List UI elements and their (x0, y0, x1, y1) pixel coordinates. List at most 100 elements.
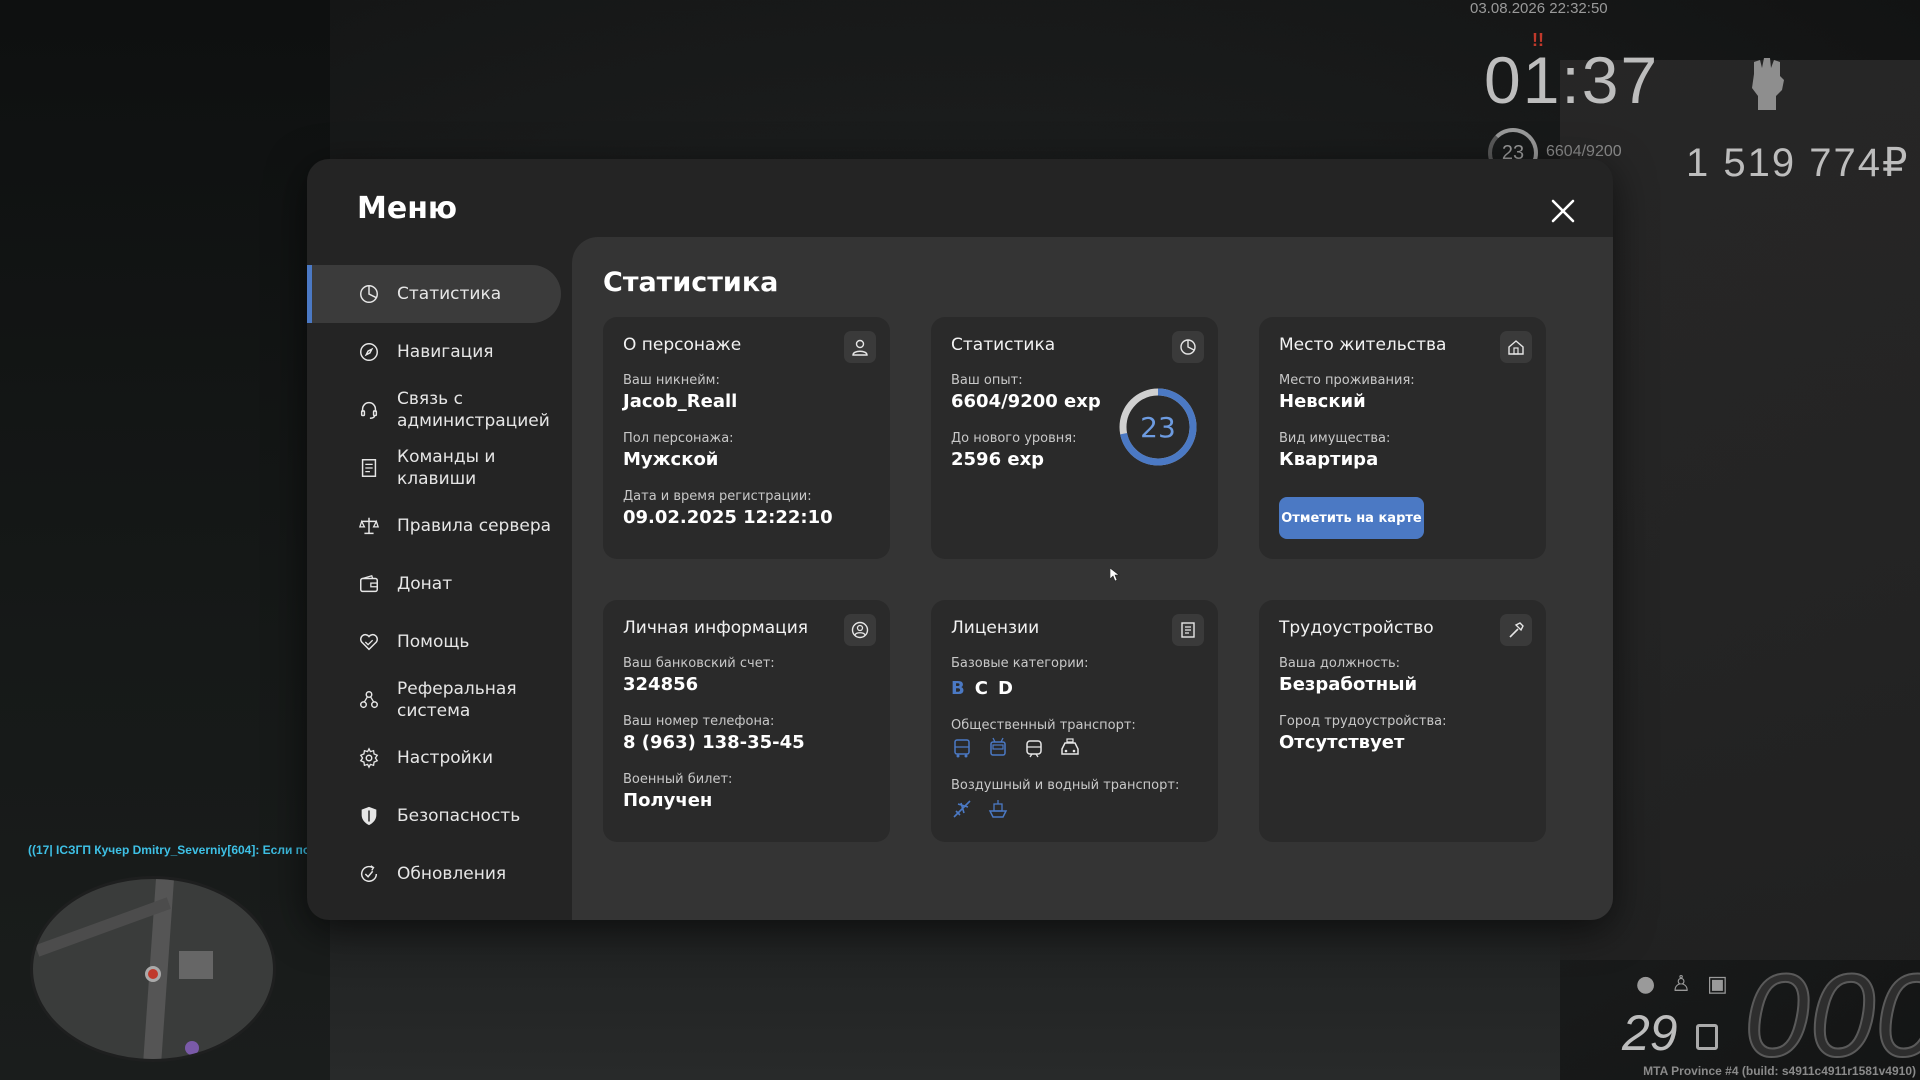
nickname-value: Jacob_Reall (623, 391, 738, 412)
sidebar-item-label: Донат (397, 574, 453, 594)
content-panel: Статистика О персонаже Ваш никнейм: Jaco… (572, 237, 1613, 920)
sidebar-item-label: Настройки (397, 748, 494, 768)
license-category: B (951, 678, 965, 699)
sidebar: Статистика Навигация Связь с администрац… (307, 265, 561, 903)
exp-label: Ваш опыт: (951, 373, 1023, 388)
seatbelt-icon: ♙ (1671, 972, 1691, 997)
menu-title: Меню (357, 191, 458, 226)
level-value: 23 (1140, 410, 1176, 444)
shield-icon (357, 804, 381, 828)
close-button[interactable] (1543, 191, 1583, 231)
speedometer-value: 000 (1743, 949, 1920, 1080)
sidebar-item-help[interactable]: Помощь (307, 613, 561, 671)
card-title: Статистика (951, 335, 1056, 355)
fuel-icon (1696, 1024, 1718, 1050)
gender-label: Пол персонажа: (623, 431, 734, 446)
card-title: Лицензии (951, 618, 1040, 638)
document-icon (357, 456, 381, 480)
military-label: Военный билет: (623, 772, 733, 787)
player-marker-icon (145, 966, 161, 982)
vehicle-indicators: ● ♙ ▣ (1636, 972, 1728, 997)
phone-value: 8 (963) 138-35-45 (623, 732, 805, 753)
military-value: Получен (623, 790, 713, 811)
hammer-icon (1500, 614, 1532, 646)
fist-icon (1752, 58, 1784, 110)
sidebar-item-updates[interactable]: Обновления (307, 845, 561, 903)
refresh-check-icon (357, 862, 381, 886)
engine-icon: ▣ (1706, 972, 1728, 997)
hud-money: 1 519 774₽ (1686, 141, 1910, 185)
exp-value: 6604/9200 exp (951, 391, 1101, 412)
background-building (1560, 60, 1920, 960)
mouse-cursor-icon (1110, 568, 1120, 582)
license-category: C (974, 678, 988, 699)
card-residence: Место жительства Место проживания: Невск… (1259, 317, 1546, 559)
hud-clock: 01:37 (1484, 43, 1660, 117)
job-city-label: Город трудоустройства: (1279, 714, 1447, 729)
phone-label: Ваш номер телефона: (623, 714, 775, 729)
people-network-icon (357, 688, 381, 712)
sidebar-item-label: Помощь (397, 632, 470, 652)
job-position-value: Безработный (1279, 674, 1418, 695)
license-category: D (997, 678, 1013, 699)
card-personal-info: Личная информация Ваш банковский счет: 3… (603, 600, 890, 842)
next-level-label: До нового уровня: (951, 431, 1077, 446)
card-licenses: Лицензии Базовые категории: B C D Общест… (931, 600, 1218, 842)
compass-icon (357, 340, 381, 364)
mark-on-map-button[interactable]: Отметить на карте (1279, 497, 1424, 539)
sidebar-item-label: Команды и клавиши (397, 447, 496, 489)
sidebar-item-settings[interactable]: Настройки (307, 729, 561, 787)
air-water-transport-label: Воздушный и водный транспорт: (951, 778, 1180, 793)
taxi-icon (1061, 738, 1079, 755)
sidebar-item-label: Правила сервера (397, 516, 552, 536)
heart-hands-icon (357, 630, 381, 654)
map-blip-icon (185, 1041, 199, 1055)
air-water-transport-icons (951, 798, 1009, 820)
build-info: MTA Province #4 (build: s4911c4911r1581v… (1643, 1064, 1916, 1078)
minimap-building (179, 951, 213, 979)
sidebar-item-navigation[interactable]: Навигация (307, 323, 561, 381)
fuel-value: 29 (1622, 1005, 1678, 1061)
sidebar-item-label: Обновления (397, 864, 507, 884)
scales-icon (357, 514, 381, 538)
user-circle-icon (844, 614, 876, 646)
card-title: О персонаже (623, 335, 742, 355)
property-type-label: Вид имущества: (1279, 431, 1391, 446)
sidebar-item-security[interactable]: Безопасность (307, 787, 561, 845)
registration-value: 09.02.2025 12:22:10 (623, 507, 833, 528)
headset-icon (357, 398, 381, 422)
sidebar-item-statistics[interactable]: Статистика (307, 265, 561, 323)
bank-account-value: 324856 (623, 674, 699, 695)
tram-icon (1026, 740, 1042, 758)
trolleybus-icon (990, 737, 1006, 756)
sidebar-item-rules[interactable]: Правила сервера (307, 497, 561, 555)
card-about-character: О персонаже Ваш никнейм: Jacob_Reall Пол… (603, 317, 890, 559)
gear-icon (357, 746, 381, 770)
sidebar-item-referral[interactable]: Реферальная система (307, 671, 561, 729)
sidebar-item-label: Реферальная система (397, 679, 517, 721)
menu-window: Меню Статистика Навигация Связь с админи… (307, 159, 1613, 920)
public-transport-label: Общественный транспорт: (951, 718, 1136, 733)
public-transport-icons (951, 737, 1081, 759)
card-title: Место жительства (1279, 335, 1447, 355)
base-categories-label: Базовые категории: (951, 656, 1089, 671)
residence-place-value: Невский (1279, 391, 1366, 412)
background-road (330, 920, 1560, 1080)
sidebar-item-donate[interactable]: Донат (307, 555, 561, 613)
gender-value: Мужской (623, 449, 719, 470)
sidebar-item-label: Статистика (397, 284, 502, 304)
nickname-label: Ваш никнейм: (623, 373, 720, 388)
boat-icon (988, 800, 1008, 818)
bus-icon (954, 739, 970, 758)
card-statistics: Статистика Ваш опыт: 6604/9200 exp До но… (931, 317, 1218, 559)
page-title: Статистика (603, 267, 779, 298)
bank-account-label: Ваш банковский счет: (623, 656, 775, 671)
sidebar-item-admin-contact[interactable]: Связь с администрацией (307, 381, 561, 439)
card-employment: Трудоустройство Ваша должность: Безработ… (1259, 600, 1546, 842)
sidebar-item-commands[interactable]: Команды и клавиши (307, 439, 561, 497)
job-position-label: Ваша должность: (1279, 656, 1401, 671)
user-icon (844, 331, 876, 363)
plane-icon (953, 800, 971, 818)
license-document-icon (1172, 614, 1204, 646)
card-title: Трудоустройство (1279, 618, 1434, 638)
